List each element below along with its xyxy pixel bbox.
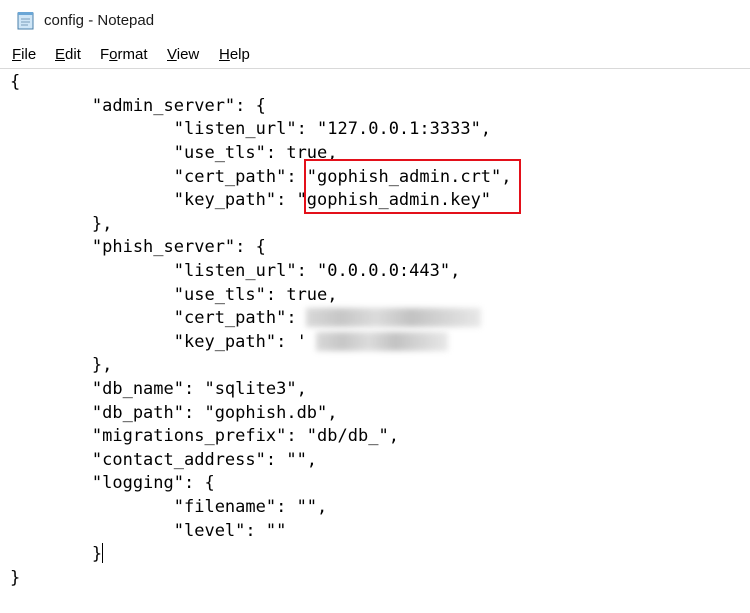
text-line: "logging": {	[10, 473, 215, 493]
menu-format[interactable]: Format	[100, 46, 148, 63]
text-line: "phish_server": {	[10, 237, 266, 257]
text-line: "migrations_prefix": "db/db_",	[10, 426, 399, 446]
text-caret	[102, 543, 104, 563]
text-line: "listen_url": "127.0.0.1:3333",	[10, 119, 492, 139]
menu-help[interactable]: Help	[219, 46, 250, 63]
text-line: }	[10, 542, 104, 566]
menu-edit[interactable]: Edit	[55, 46, 81, 63]
menu-format-mnemonic: o	[109, 46, 118, 63]
window-title: config - Notepad	[44, 12, 155, 29]
text-line: "cert_path": "gophish_admin.crt",	[10, 167, 512, 187]
text-line: {	[10, 72, 21, 92]
menu-file-mnemonic: F	[12, 46, 22, 63]
text-line: "use_tls": true,	[10, 285, 338, 305]
menu-help-label: elp	[229, 46, 250, 63]
menu-view-mnemonic: V	[167, 46, 177, 63]
menu-edit-label: dit	[65, 46, 81, 63]
menu-bar: File Edit Format View Help	[0, 42, 750, 68]
redacted-cert-path	[306, 308, 481, 327]
text-line: "filename": "",	[10, 497, 328, 517]
menu-file[interactable]: File	[12, 46, 36, 63]
text-line: "db_path": "gophish.db",	[10, 403, 338, 423]
text-line: "key_path": '	[10, 332, 307, 352]
menu-help-mnemonic: H	[219, 46, 230, 63]
menu-format-prefix: F	[100, 46, 110, 63]
menu-file-label: ile	[21, 46, 37, 63]
menu-format-label: rmat	[117, 46, 148, 63]
menu-edit-mnemonic: E	[55, 46, 66, 63]
text-line: "contact_address": "",	[10, 450, 318, 470]
text-line: "db_name": "sqlite3",	[10, 379, 307, 399]
text-line: "cert_path":	[10, 308, 307, 328]
text-line: "listen_url": "0.0.0.0:443",	[10, 261, 461, 281]
menu-view[interactable]: View	[167, 46, 199, 63]
text-line: "use_tls": true,	[10, 143, 338, 163]
text-line: "key_path": "gophish_admin.key"	[10, 190, 492, 210]
redacted-key-path	[316, 332, 448, 351]
notepad-window: config - Notepad File Edit Format View H…	[0, 0, 750, 613]
text-line-content: }	[10, 544, 103, 564]
text-line: }	[10, 568, 21, 588]
menu-view-label: iew	[176, 46, 200, 63]
notepad-icon	[17, 12, 34, 30]
title-bar[interactable]: config - Notepad	[0, 0, 750, 42]
text-line: "admin_server": {	[10, 96, 266, 116]
text-line: },	[10, 355, 113, 375]
text-line: "level": ""	[10, 521, 287, 541]
text-line: },	[10, 214, 113, 234]
